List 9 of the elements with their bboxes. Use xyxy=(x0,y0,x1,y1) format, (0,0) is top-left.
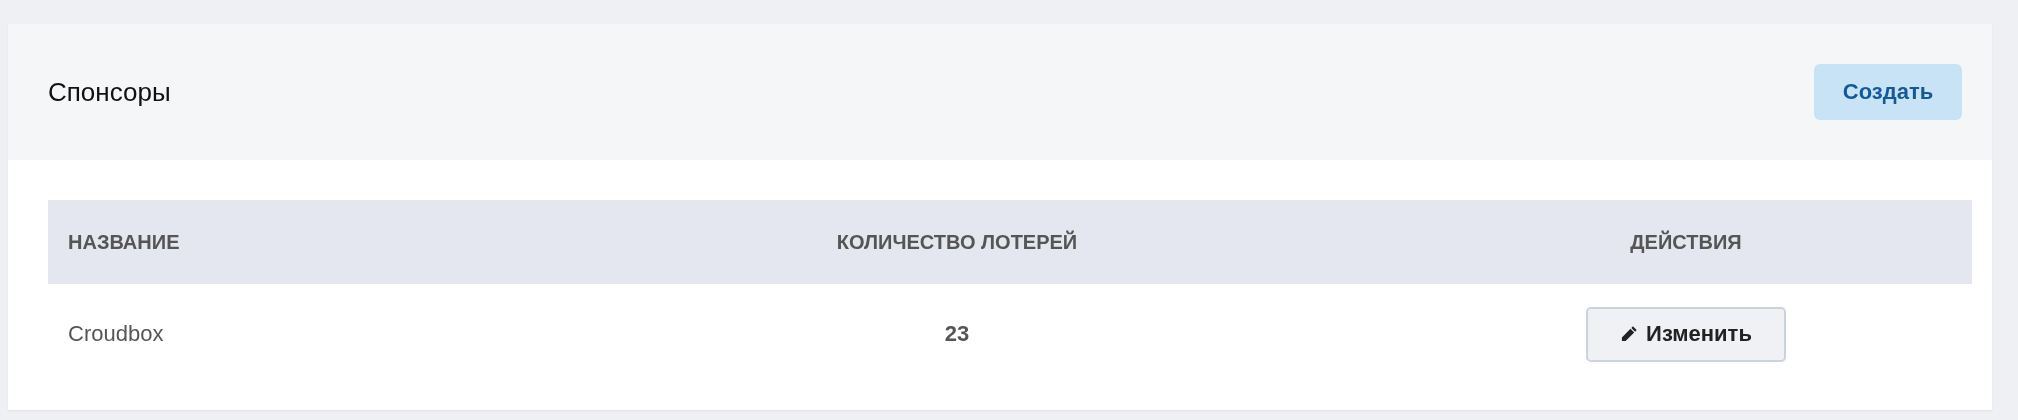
table-cell: Croudbox xyxy=(48,284,514,384)
column-header: НАЗВАНИЕ xyxy=(48,200,514,284)
column-header: КОЛИЧЕСТВО ЛОТЕРЕЙ xyxy=(514,200,1400,284)
pencil-icon xyxy=(1620,325,1639,343)
edit-button[interactable]: Изменить xyxy=(1586,306,1786,362)
table-cell: 23 xyxy=(514,284,1400,384)
card-title: Спонсоры xyxy=(48,76,171,108)
column-header: ДЕЙСТВИЯ xyxy=(1400,200,1972,284)
create-button[interactable]: Создать xyxy=(1814,64,1962,120)
